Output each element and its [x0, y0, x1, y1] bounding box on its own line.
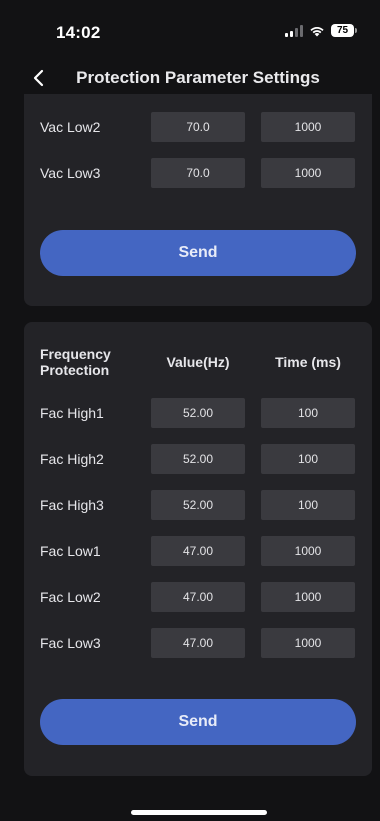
row-label: Fac Low1	[40, 543, 101, 559]
value-input[interactable]: 47.00	[151, 536, 245, 566]
row-label: Fac Low3	[40, 635, 101, 651]
time-input[interactable]: 100	[261, 490, 355, 520]
settings-row-fac-low3: Fac Low3 47.00 1000	[24, 628, 372, 658]
settings-row-fac-high3: Fac High3 52.00 100	[24, 490, 372, 520]
row-label: Fac High3	[40, 497, 104, 513]
value-input[interactable]: 52.00	[151, 490, 245, 520]
value-input[interactable]: 70.0	[151, 158, 245, 188]
settings-row-fac-high1: Fac High1 52.00 100	[24, 398, 372, 428]
time-input[interactable]: 1000	[261, 536, 355, 566]
column-header-time: Time (ms)	[275, 354, 341, 370]
time-input[interactable]: 100	[261, 398, 355, 428]
time-input[interactable]: 1000	[261, 112, 355, 142]
column-header-value: Value(Hz)	[166, 354, 230, 370]
value-input[interactable]: 47.00	[151, 582, 245, 612]
status-icons: 75	[285, 24, 357, 37]
battery-level: 75	[336, 25, 349, 36]
voltage-protection-card: Vac Low2 70.0 1000 Vac Low3 70.0 1000 Se…	[24, 94, 372, 306]
row-label: Fac High2	[40, 451, 104, 467]
time-input[interactable]: 1000	[261, 628, 355, 658]
row-label: Vac Low3	[40, 165, 101, 181]
value-input[interactable]: 52.00	[151, 444, 245, 474]
table-header: Frequency Protection Value(Hz) Time (ms)	[24, 346, 372, 382]
send-button[interactable]: Send	[40, 699, 356, 745]
battery-icon: 75	[331, 24, 357, 37]
value-input[interactable]: 70.0	[151, 112, 245, 142]
home-indicator[interactable]	[131, 810, 267, 815]
time-input[interactable]: 1000	[261, 158, 355, 188]
status-time: 14:02	[56, 23, 101, 42]
settings-row-vac-low3: Vac Low3 70.0 1000	[24, 158, 372, 188]
value-input[interactable]: 52.00	[151, 398, 245, 428]
row-label: Vac Low2	[40, 119, 101, 135]
cellular-signal-icon	[285, 24, 303, 37]
row-label: Fac Low2	[40, 589, 101, 605]
row-label: Fac High1	[40, 405, 104, 421]
wifi-icon	[310, 26, 324, 36]
section-title: Frequency Protection	[40, 346, 111, 378]
protection-settings-screen: 14:02 75 Protection Parameter Settings V…	[0, 0, 380, 821]
settings-row-fac-low2: Fac Low2 47.00 1000	[24, 582, 372, 612]
page-title: Protection Parameter Settings	[76, 68, 320, 87]
settings-row-fac-high2: Fac High2 52.00 100	[24, 444, 372, 474]
time-input[interactable]: 100	[261, 444, 355, 474]
value-input[interactable]: 47.00	[151, 628, 245, 658]
frequency-protection-card: Frequency Protection Value(Hz) Time (ms)…	[24, 322, 372, 776]
settings-row-vac-low2: Vac Low2 70.0 1000	[24, 112, 372, 142]
time-input[interactable]: 1000	[261, 582, 355, 612]
settings-row-fac-low1: Fac Low1 47.00 1000	[24, 536, 372, 566]
status-bar: 14:02 75	[0, 0, 380, 56]
send-button[interactable]: Send	[40, 230, 356, 276]
